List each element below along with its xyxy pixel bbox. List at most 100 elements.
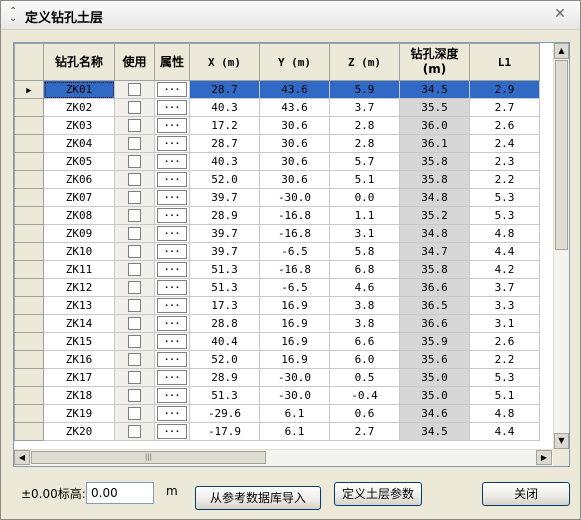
cell-z[interactable]: -0.4 (329, 386, 400, 405)
cell-y[interactable]: -30.0 (259, 386, 330, 405)
cell-attr[interactable]: ... (154, 386, 190, 405)
col-header-name[interactable]: 钻孔名称 (43, 43, 115, 81)
cell-y[interactable]: 30.6 (259, 170, 330, 189)
close-icon[interactable]: ✕ (552, 6, 568, 22)
row-header[interactable] (14, 206, 44, 225)
attr-ellipsis-button[interactable]: ... (157, 316, 187, 331)
cell-l1[interactable]: 3.3 (469, 296, 540, 315)
use-checkbox[interactable] (128, 407, 141, 421)
cell-name[interactable]: ZK05 (43, 152, 115, 171)
attr-ellipsis-button[interactable]: ... (157, 334, 187, 349)
cell-l1[interactable]: 5.3 (469, 206, 540, 225)
cell-attr[interactable]: ... (154, 170, 190, 189)
cell-use[interactable] (114, 350, 155, 369)
cell-y[interactable]: 30.6 (259, 116, 330, 135)
cell-y[interactable]: 6.1 (259, 422, 330, 441)
cell-x[interactable]: 51.3 (189, 386, 260, 405)
cell-z[interactable]: 1.1 (329, 206, 400, 225)
cell-name[interactable]: ZK09 (43, 224, 115, 243)
cell-x[interactable]: -29.6 (189, 404, 260, 423)
cell-use[interactable] (114, 332, 155, 351)
cell-z[interactable]: 5.8 (329, 242, 400, 261)
cell-attr[interactable]: ... (154, 260, 190, 279)
cell-name[interactable]: ZK08 (43, 206, 115, 225)
cell-attr[interactable]: ... (154, 404, 190, 423)
cell-x[interactable]: 17.2 (189, 116, 260, 135)
cell-x[interactable]: 52.0 (189, 170, 260, 189)
table-row[interactable]: ZK12... 51.3 -6.5 4.6 36.6 3.7 (14, 278, 540, 297)
cell-name[interactable]: ZK18 (43, 386, 115, 405)
cell-attr[interactable]: ... (154, 314, 190, 333)
cell-y[interactable]: 43.6 (259, 98, 330, 117)
cell-l1[interactable]: 2.9 (469, 80, 540, 99)
cell-y[interactable]: 6.1 (259, 404, 330, 423)
cell-x[interactable]: 52.0 (189, 350, 260, 369)
cell-l1[interactable]: 3.7 (469, 278, 540, 297)
cell-use[interactable] (114, 260, 155, 279)
row-header[interactable] (14, 260, 44, 279)
close-button[interactable]: 关闭 (482, 482, 570, 506)
cell-x[interactable]: 28.7 (189, 134, 260, 153)
cell-l1[interactable]: 2.6 (469, 116, 540, 135)
cell-y[interactable]: -16.8 (259, 260, 330, 279)
cell-attr[interactable]: ... (154, 422, 190, 441)
table-row[interactable]: ZK15... 40.4 16.9 6.6 35.9 2.6 (14, 332, 540, 351)
use-checkbox[interactable] (128, 155, 141, 169)
vertical-scroll-thumb[interactable] (555, 60, 568, 250)
attr-ellipsis-button[interactable]: ... (157, 352, 187, 367)
table-row[interactable]: ZK07... 39.7 -30.0 0.0 34.8 5.3 (14, 188, 540, 207)
horizontal-scroll-thumb[interactable]: ||| (31, 451, 266, 464)
cell-depth[interactable]: 35.2 (399, 206, 470, 225)
cell-y[interactable]: -16.8 (259, 224, 330, 243)
use-checkbox[interactable] (128, 371, 141, 385)
cell-use[interactable] (114, 404, 155, 423)
cell-use[interactable] (114, 386, 155, 405)
use-checkbox[interactable] (128, 101, 141, 115)
cell-y[interactable]: 30.6 (259, 152, 330, 171)
scroll-left-icon[interactable]: ◀ (14, 450, 30, 465)
row-header[interactable] (14, 368, 44, 387)
cell-use[interactable] (114, 422, 155, 441)
use-checkbox[interactable] (128, 335, 141, 349)
cell-y[interactable]: -6.5 (259, 278, 330, 297)
cell-l1[interactable]: 2.4 (469, 134, 540, 153)
cell-l1[interactable]: 4.2 (469, 260, 540, 279)
cell-depth[interactable]: 36.6 (399, 314, 470, 333)
cell-name[interactable]: ZK16 (43, 350, 115, 369)
cell-name[interactable]: ZK15 (43, 332, 115, 351)
cell-attr[interactable]: ... (154, 368, 190, 387)
col-header-x[interactable]: X (m) (189, 43, 260, 81)
cell-depth[interactable]: 35.8 (399, 170, 470, 189)
cell-y[interactable]: 16.9 (259, 314, 330, 333)
cell-name[interactable]: ZK10 (43, 242, 115, 261)
cell-l1[interactable]: 2.2 (469, 350, 540, 369)
use-checkbox[interactable] (128, 209, 141, 223)
cell-use[interactable] (114, 170, 155, 189)
table-row[interactable]: ZK11... 51.3 -16.8 6.8 35.8 4.2 (14, 260, 540, 279)
cell-x[interactable]: 17.3 (189, 296, 260, 315)
cell-l1[interactable]: 4.4 (469, 422, 540, 441)
table-row[interactable]: ZK04... 28.7 30.6 2.8 36.1 2.4 (14, 134, 540, 153)
cell-y[interactable]: -30.0 (259, 368, 330, 387)
cell-name[interactable]: ZK14 (43, 314, 115, 333)
cell-y[interactable]: -16.8 (259, 206, 330, 225)
attr-ellipsis-button[interactable]: ... (157, 226, 187, 241)
cell-l1[interactable]: 4.8 (469, 404, 540, 423)
cell-use[interactable] (114, 188, 155, 207)
use-checkbox[interactable] (128, 227, 141, 241)
cell-z[interactable]: 5.7 (329, 152, 400, 171)
cell-z[interactable]: 2.7 (329, 422, 400, 441)
row-header[interactable] (14, 386, 44, 405)
cell-z[interactable]: 4.6 (329, 278, 400, 297)
cell-attr[interactable]: ... (154, 188, 190, 207)
row-header[interactable] (14, 404, 44, 423)
use-checkbox[interactable] (128, 83, 141, 97)
table-row[interactable]: ZK03... 17.2 30.6 2.8 36.0 2.6 (14, 116, 540, 135)
cell-l1[interactable]: 5.3 (469, 368, 540, 387)
cell-attr[interactable]: ... (154, 332, 190, 351)
table-row[interactable]: ZK18... 51.3 -30.0 -0.4 35.0 5.1 (14, 386, 540, 405)
col-header-y[interactable]: Y (m) (259, 43, 330, 81)
cell-attr[interactable]: ... (154, 80, 190, 99)
cell-attr[interactable]: ... (154, 152, 190, 171)
cell-l1[interactable]: 3.1 (469, 314, 540, 333)
